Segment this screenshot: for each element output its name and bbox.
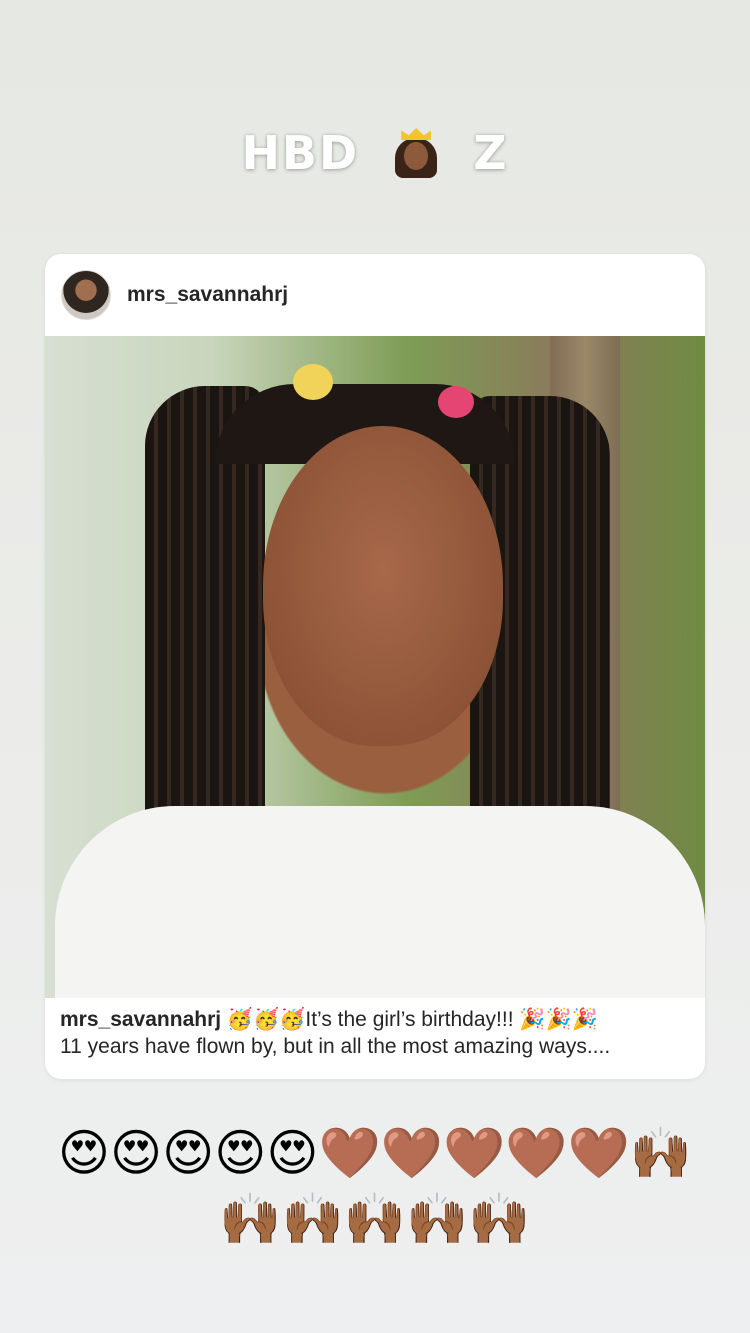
headline-text-right: Z [473, 126, 509, 180]
shared-post-card[interactable]: mrs_savannahrj mrs_savannahrj 🥳🥳🥳It’s th… [45, 254, 705, 1079]
post-caption: mrs_savannahrj 🥳🥳🥳It’s the girl’s birthd… [60, 1006, 700, 1060]
emoji-row-2: 🙌🏾🙌🏾🙌🏾🙌🏾🙌🏾 [219, 1190, 531, 1248]
face [263, 426, 503, 746]
princess-icon [393, 128, 439, 178]
post-photo[interactable] [45, 336, 705, 998]
caption-line-2: 11 years have flown by, but in all the m… [60, 1035, 611, 1058]
caption-username[interactable]: mrs_savannahrj [60, 1008, 221, 1031]
story-headline: HBD Z [0, 126, 750, 180]
post-header[interactable]: mrs_savannahrj [45, 254, 705, 336]
yellow-flower-clip [293, 364, 333, 400]
caption-line-1: 🥳🥳🥳It’s the girl’s birthday!!! 🎉🎉🎉 [221, 1008, 598, 1031]
headline-text-left: HBD [241, 126, 360, 180]
emoji-row-1: 😍😍😍😍😍🤎🤎🤎🤎🤎🙌🏾 [57, 1124, 693, 1182]
avatar[interactable] [61, 270, 111, 320]
white-shirt [55, 806, 705, 998]
pink-flower-clip [438, 386, 474, 418]
post-username[interactable]: mrs_savannahrj [127, 283, 288, 307]
emoji-sticker-text: 😍😍😍😍😍🤎🤎🤎🤎🤎🙌🏾 🙌🏾🙌🏾🙌🏾🙌🏾🙌🏾 [0, 1120, 750, 1252]
